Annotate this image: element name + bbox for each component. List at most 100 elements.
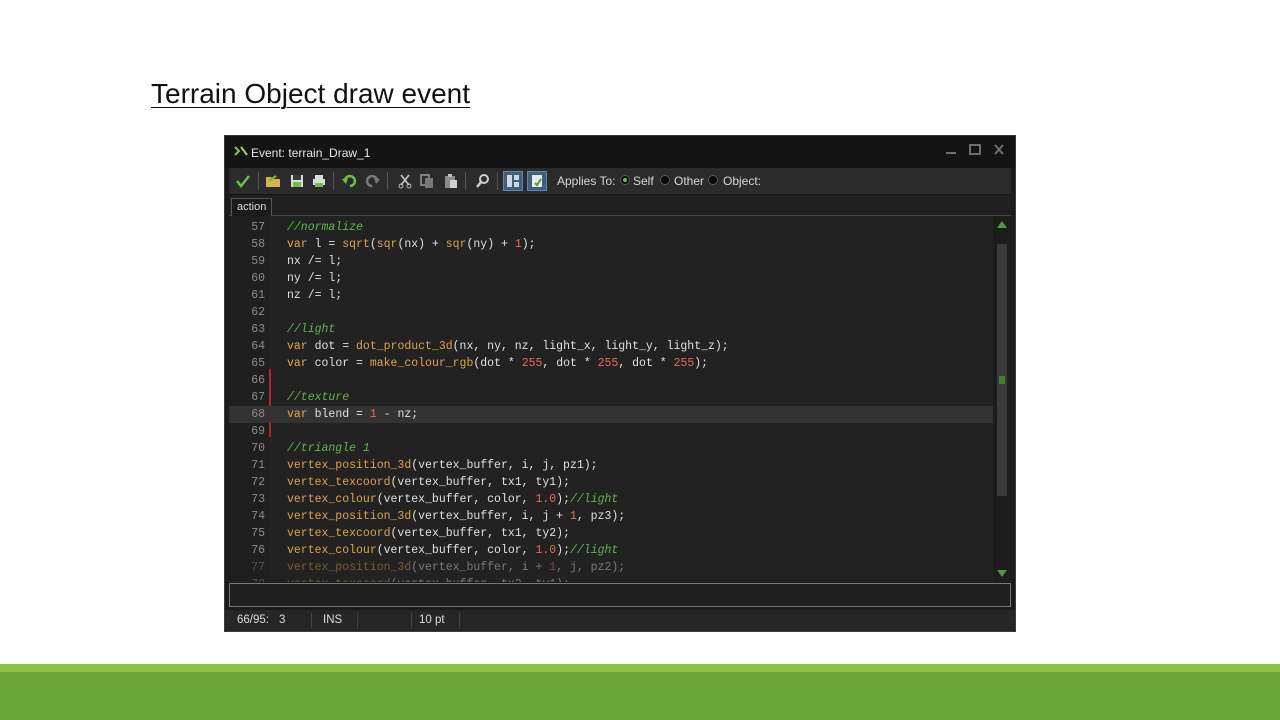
code-text: var dot = dot_product_3d(nx, ny, nz, lig… bbox=[287, 340, 729, 353]
cut-icon[interactable] bbox=[395, 171, 415, 191]
status-bar: 66/95: 3 INS 10 pt bbox=[225, 610, 1015, 631]
line-number: 67 bbox=[251, 391, 265, 404]
ok-check-icon[interactable] bbox=[233, 171, 253, 191]
window-title: Event: terrain_Draw_1 bbox=[251, 146, 371, 160]
code-text: //normalize bbox=[287, 221, 363, 234]
code-line[interactable]: 64 var dot = dot_product_3d(nx, ny, nz, l… bbox=[229, 338, 993, 355]
code-line[interactable]: 57 //normalize bbox=[229, 219, 993, 236]
code-text: vertex_colour(vertex_buffer, color, 1.0)… bbox=[287, 544, 619, 557]
save-icon[interactable] bbox=[287, 171, 307, 191]
code-line[interactable]: 63 //light bbox=[229, 321, 993, 338]
code-text: //triangle 1 bbox=[287, 442, 370, 455]
undo-icon[interactable] bbox=[339, 171, 359, 191]
radio-object-label: Object: bbox=[723, 174, 762, 188]
code-editor[interactable]: 57 //normalize 58 var l = sqrt(sqr(nx) + sq… bbox=[229, 216, 1011, 582]
code-text: vertex_position_3d(vertex_buffer, i, j, … bbox=[287, 459, 598, 472]
code-line[interactable]: 60 ny /= l; bbox=[229, 270, 993, 287]
line-number: 66 bbox=[251, 374, 265, 387]
line-number: 68 bbox=[251, 408, 265, 421]
footer-accent-stripe bbox=[0, 664, 1280, 672]
scroll-down-arrow-icon[interactable] bbox=[997, 570, 1007, 578]
line-number: 69 bbox=[251, 425, 265, 438]
code-text: nz /= l; bbox=[287, 289, 343, 302]
code-text: vertex_position_3d(vertex_buffer, i + 1,… bbox=[287, 561, 626, 574]
open-folder-icon[interactable] bbox=[263, 171, 283, 191]
code-line[interactable]: 75 vertex_texcoord(vertex_buffer, tx1, ty… bbox=[229, 525, 993, 542]
radio-other[interactable] bbox=[660, 175, 670, 185]
tab-action[interactable]: action bbox=[231, 198, 273, 216]
line-number: 78 bbox=[229, 576, 265, 582]
line-number: 72 bbox=[251, 476, 265, 489]
scroll-up-arrow-icon[interactable] bbox=[997, 220, 1007, 228]
code-text: vertex_texcoord(vertex_buffer, tx2, ty1)… bbox=[287, 576, 570, 582]
code-line[interactable]: 65 var color = make_colour_rgb(dot * 255,… bbox=[229, 355, 993, 372]
code-line[interactable]: 62 bbox=[229, 304, 993, 321]
output-panel bbox=[229, 583, 1011, 607]
status-column: 3 bbox=[279, 614, 286, 626]
code-text: var blend = 1 - nz; bbox=[287, 408, 419, 421]
line-number: 76 bbox=[251, 544, 265, 557]
code-line[interactable]: 61 nz /= l; bbox=[229, 287, 993, 304]
code-text: vertex_texcoord(vertex_buffer, tx1, ty2)… bbox=[287, 527, 570, 540]
line-number: 63 bbox=[251, 323, 265, 336]
code-line[interactable]: 66 bbox=[229, 372, 993, 389]
code-text: //light bbox=[287, 323, 336, 336]
status-font-size: 10 pt bbox=[419, 614, 445, 626]
radio-self-label: Self bbox=[633, 174, 654, 188]
radio-object[interactable] bbox=[708, 175, 718, 185]
minimize-button[interactable] bbox=[943, 144, 959, 156]
toolbar: Applies To: Self Other Object: bbox=[229, 168, 1011, 195]
code-line[interactable]: 71 vertex_position_3d(vertex_buffer, i, j… bbox=[229, 457, 993, 474]
code-line[interactable]: 70 //triangle 1 bbox=[229, 440, 993, 457]
scrollbar-thumb[interactable] bbox=[997, 244, 1007, 496]
line-number: 57 bbox=[251, 221, 265, 234]
search-icon[interactable] bbox=[473, 171, 493, 191]
code-line[interactable]: 76 vertex_colour(vertex_buffer, color, 1.… bbox=[229, 542, 993, 559]
radio-self[interactable] bbox=[620, 175, 630, 185]
code-line[interactable]: 73 vertex_colour(vertex_buffer, color, 1.… bbox=[229, 491, 993, 508]
code-text: vertex_texcoord(vertex_buffer, tx1, ty1)… bbox=[287, 476, 570, 489]
code-editor-window: Event: terrain_Draw_1 Applies To: Self O… bbox=[224, 135, 1016, 632]
print-icon[interactable] bbox=[309, 171, 329, 191]
line-number: 75 bbox=[251, 527, 265, 540]
code-line[interactable]: 67 //texture bbox=[229, 389, 993, 406]
code-line[interactable]: 77 vertex_position_3d(vertex_buffer, i + … bbox=[229, 559, 993, 576]
code-text: vertex_position_3d(vertex_buffer, i, j +… bbox=[287, 510, 626, 523]
code-text: var l = sqrt(sqr(nx) + sqr(ny) + 1); bbox=[287, 238, 536, 251]
status-position: 66/95: bbox=[237, 614, 269, 626]
close-button[interactable] bbox=[991, 144, 1007, 156]
footer-bar bbox=[0, 672, 1280, 720]
line-number: 61 bbox=[251, 289, 265, 302]
code-line[interactable]: 68 var blend = 1 - nz; bbox=[229, 406, 993, 423]
line-number: 73 bbox=[251, 493, 265, 506]
line-number: 60 bbox=[251, 272, 265, 285]
line-number: 74 bbox=[251, 510, 265, 523]
code-line[interactable]: 59 nx /= l; bbox=[229, 253, 993, 270]
code-text: nx /= l; bbox=[287, 255, 343, 268]
code-text: //texture bbox=[287, 391, 350, 404]
paste-icon[interactable] bbox=[441, 171, 461, 191]
line-number: 71 bbox=[251, 459, 265, 472]
code-line[interactable]: 74 vertex_position_3d(vertex_buffer, i, j… bbox=[229, 508, 993, 525]
code-line[interactable]: 72 vertex_texcoord(vertex_buffer, tx1, ty… bbox=[229, 474, 993, 491]
slide-title: Terrain Object draw event bbox=[151, 78, 471, 109]
tab-strip: action bbox=[229, 195, 1011, 216]
line-number: 59 bbox=[251, 255, 265, 268]
redo-icon[interactable] bbox=[363, 171, 383, 191]
code-line[interactable]: 78 vertex_texcoord(vertex_buffer, tx2, ty… bbox=[229, 576, 993, 582]
code-line[interactable]: 69 bbox=[229, 423, 993, 440]
script-page-icon[interactable] bbox=[527, 171, 547, 191]
line-number: 64 bbox=[251, 340, 265, 353]
line-number: 58 bbox=[251, 238, 265, 251]
maximize-button[interactable] bbox=[967, 144, 983, 156]
code-text: ny /= l; bbox=[287, 272, 343, 285]
code-line[interactable]: 58 var l = sqrt(sqr(nx) + sqr(ny) + 1); bbox=[229, 236, 993, 253]
code-text: vertex_colour(vertex_buffer, color, 1.0)… bbox=[287, 493, 619, 506]
vertical-scrollbar[interactable] bbox=[993, 216, 1011, 582]
copy-icon[interactable] bbox=[417, 171, 437, 191]
status-mode: INS bbox=[323, 614, 343, 626]
radio-other-label: Other bbox=[674, 174, 705, 188]
gamemaker-icon bbox=[234, 146, 248, 156]
line-number: 62 bbox=[251, 306, 265, 319]
code-folding-icon[interactable] bbox=[503, 171, 523, 191]
